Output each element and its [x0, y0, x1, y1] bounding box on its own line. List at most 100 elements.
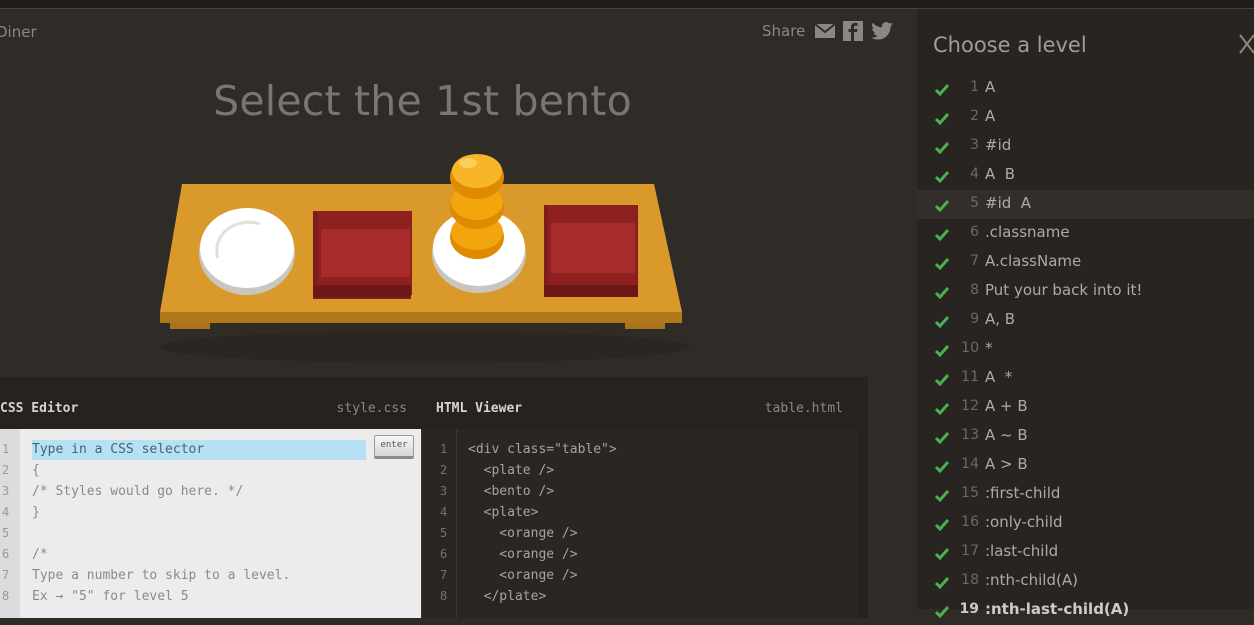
level-number: 17 [961, 543, 979, 559]
checkmark-icon [934, 458, 950, 477]
html-code-line[interactable]: </plate> [468, 586, 547, 607]
checkmark-icon [934, 574, 950, 593]
game-table [160, 154, 690, 363]
level-name: #id [985, 136, 1012, 154]
checkmark-icon [934, 81, 950, 100]
share-bar: Share [762, 21, 894, 41]
level-name: :only-child [985, 513, 1063, 531]
css-line-number: 5 [2, 526, 10, 540]
css-line-number: 4 [2, 505, 10, 519]
level-item-6[interactable]: 6 .classname [917, 219, 1254, 248]
sidebar-title: Choose a level [933, 33, 1087, 57]
level-item-16[interactable]: 16 :only-child [917, 509, 1254, 538]
level-item-2[interactable]: 2A [917, 103, 1254, 132]
checkmark-icon [934, 429, 950, 448]
checkmark-icon [934, 371, 950, 390]
top-border [0, 0, 1254, 9]
level-item-18[interactable]: 18 :nth-child(A) [917, 567, 1254, 596]
level-instruction: Select the 1st bento [213, 77, 632, 125]
level-number: 10 [961, 340, 979, 356]
checkmark-icon [934, 197, 950, 216]
level-number: 8 [970, 282, 979, 298]
level-number: 18 [961, 572, 979, 588]
level-item-15[interactable]: 15:first-child [917, 480, 1254, 509]
html-code-line[interactable]: <orange /> [468, 565, 577, 586]
html-line-number: 3 [440, 484, 448, 498]
level-number: 11 [961, 369, 979, 385]
level-item-5[interactable]: 5 #id A [917, 190, 1254, 219]
level-name: :first-child [985, 484, 1061, 502]
level-item-10[interactable]: 10 * [917, 335, 1254, 364]
css-code-line: { [32, 463, 40, 478]
html-line-number: 2 [440, 463, 448, 477]
html-viewer-pane: 1 <div class="table"> 2 <plate /> 3 <bento … [421, 429, 858, 618]
bento-2 [544, 205, 638, 297]
level-item-14[interactable]: 14 A > B [917, 451, 1254, 480]
checkmark-icon [934, 168, 950, 187]
mail-icon[interactable] [815, 24, 836, 38]
level-item-7[interactable]: 7 A.className [917, 248, 1254, 277]
level-item-13[interactable]: 13 A ~ B [917, 422, 1254, 451]
css-line-number: 1 [2, 442, 10, 456]
html-line-number: 8 [440, 589, 448, 603]
html-code-line[interactable]: <orange /> [468, 523, 577, 544]
html-line-number: 1 [440, 442, 448, 456]
level-number: 3 [970, 137, 979, 153]
level-number: 16 [961, 514, 979, 530]
level-name: A * [985, 368, 1013, 386]
html-line-number: 5 [440, 526, 448, 540]
level-item-12[interactable]: 12 A + B [917, 393, 1254, 422]
css-line-number: 7 [2, 568, 10, 582]
html-line-number: 6 [440, 547, 448, 561]
level-number: 1 [970, 79, 979, 95]
level-item-4[interactable]: 4 A B [917, 161, 1254, 190]
level-number: 14 [961, 456, 979, 472]
html-file-name: table.html [764, 401, 843, 416]
checkmark-icon [934, 284, 950, 303]
html-code-line[interactable]: <orange /> [468, 544, 577, 565]
level-item-19[interactable]: 19:nth-last-child(A) [917, 596, 1254, 625]
level-name: A B [985, 165, 1016, 183]
enter-button[interactable]: enter [374, 435, 414, 459]
level-item-3[interactable]: 3 #id [917, 132, 1254, 161]
level-number: 9 [970, 311, 979, 327]
app-title: Diner [0, 23, 37, 41]
level-name: Put your back into it! [985, 281, 1143, 299]
html-viewer-title: HTML Viewer [436, 401, 523, 416]
level-name: .classname [985, 223, 1070, 241]
css-code-line: /* Styles would go here. */ [32, 484, 244, 499]
level-item-17[interactable]: 17:last-child [917, 538, 1254, 567]
twitter-icon[interactable] [871, 22, 894, 40]
level-name: :nth-last-child(A) [985, 600, 1130, 618]
table-front-edge [160, 312, 682, 323]
level-name: A ~ B [985, 426, 1028, 444]
level-item-11[interactable]: 11 A * [917, 364, 1254, 393]
close-icon[interactable] [1239, 33, 1254, 59]
level-number: 12 [961, 398, 979, 414]
css-input-text[interactable]: Type in a CSS selector [32, 439, 204, 460]
html-code-line[interactable]: <div class="table"> [468, 439, 617, 460]
facebook-icon[interactable] [843, 21, 864, 41]
checkmark-icon [934, 545, 950, 564]
checkmark-icon [934, 139, 950, 158]
html-line-number: 4 [440, 505, 448, 519]
level-name: A [985, 78, 996, 96]
checkmark-icon [934, 313, 950, 332]
level-item-1[interactable]: 1A [917, 74, 1254, 103]
level-item-9[interactable]: 9 A, B [917, 306, 1254, 335]
level-name: A [985, 107, 996, 125]
html-code-line[interactable]: <plate> [468, 502, 539, 523]
html-line-number: 7 [440, 568, 448, 582]
css-line-number: 3 [2, 484, 10, 498]
checkmark-icon [934, 110, 950, 129]
level-name: :nth-child(A) [985, 571, 1078, 589]
game-area: Diner Share Select the 1st bento CSS Edi… [0, 9, 917, 618]
level-item-8[interactable]: 8 Put your back into it! [917, 277, 1254, 306]
checkmark-icon [934, 516, 950, 535]
level-number: 6 [970, 224, 979, 240]
css-line-number: 6 [2, 547, 10, 561]
html-code-line[interactable]: <bento /> [468, 481, 554, 502]
css-file-name: style.css [336, 401, 407, 416]
code-editor: CSS Editor style.css HTML Viewer table.h… [0, 377, 868, 618]
html-code-line[interactable]: <plate /> [468, 460, 554, 481]
